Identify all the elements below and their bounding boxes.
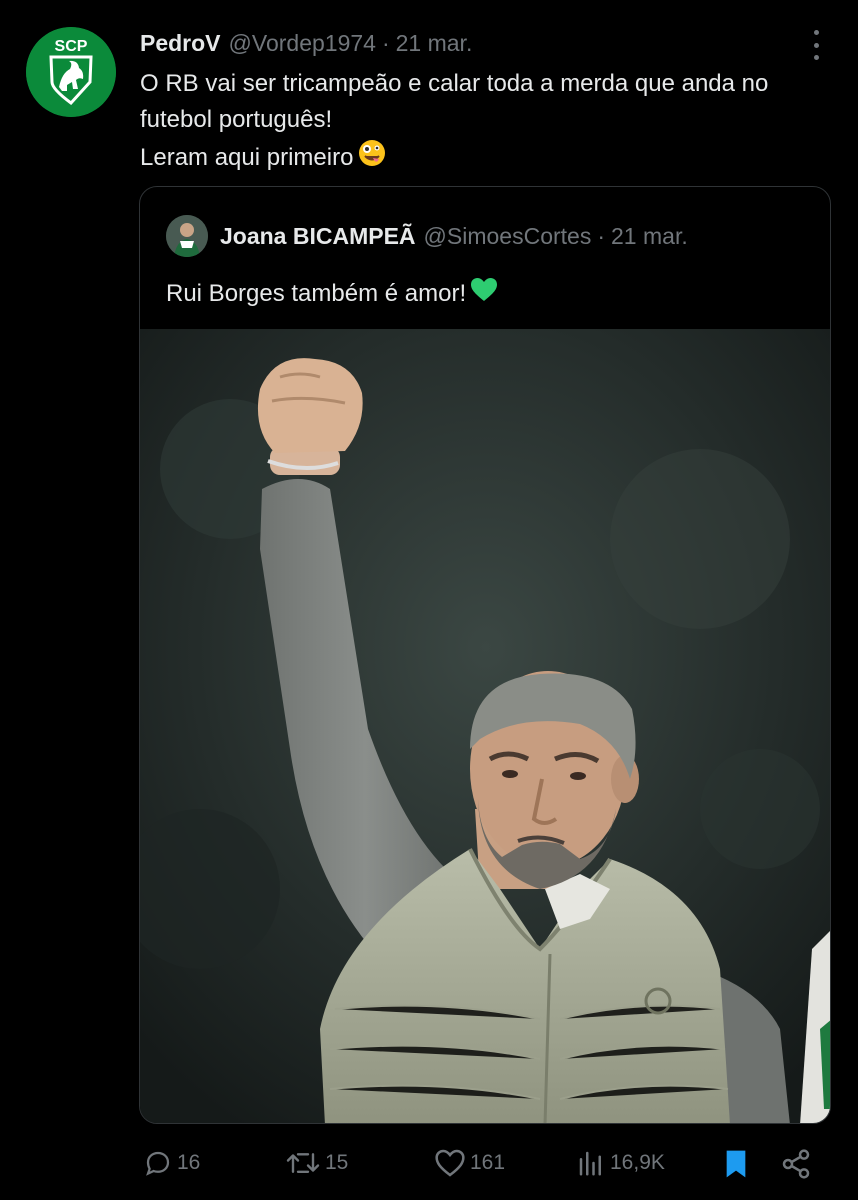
separator: · [381, 29, 390, 56]
retweet-icon [286, 1153, 320, 1173]
views-count: 16,9K [610, 1151, 665, 1174]
tweet: SCP PedroV @Vordep1974 · 21 mar. O RB va… [0, 0, 858, 1200]
photo-coach-raised-fist [140, 329, 830, 1123]
quoted-handle[interactable]: @SimoesCortes [424, 223, 592, 250]
separator: · [597, 222, 606, 249]
like-button[interactable]: 161 [434, 1148, 505, 1178]
views-icon [579, 1151, 601, 1176]
avatar-text: SCP [55, 38, 88, 55]
quoted-tweet-text: Rui Borges também é amor! [166, 277, 498, 310]
tweet-text-line-3: Leram aqui primeiro [140, 138, 840, 179]
handle[interactable]: @Vordep1974 [229, 30, 376, 57]
bookmark-button[interactable] [722, 1148, 750, 1180]
zany-face-emoji [357, 138, 387, 179]
quoted-tweet[interactable]: Joana BICAMPEÃ @SimoesCortes · 21 mar. R… [139, 186, 831, 1124]
retweet-button[interactable]: 15 [285, 1148, 348, 1178]
reply-icon [146, 1151, 170, 1176]
share-button[interactable] [780, 1148, 812, 1180]
quoted-tweet-header: Joana BICAMPEÃ @SimoesCortes · 21 mar. [166, 215, 688, 257]
action-bar: 16 15 161 16,9K [0, 1142, 858, 1192]
more-options-icon[interactable] [810, 30, 822, 60]
retweet-count: 15 [325, 1151, 349, 1174]
quoted-photo[interactable] [140, 329, 830, 1123]
tweet-header: PedroV @Vordep1974 · 21 mar. [140, 26, 472, 60]
quoted-text: Rui Borges também é amor! [166, 279, 467, 307]
bookmark-icon [726, 1150, 746, 1178]
heart-icon [435, 1149, 465, 1177]
tweet-text: O RB vai ser tricampeão e calar toda a m… [140, 66, 840, 179]
green-heart-emoji [470, 277, 498, 310]
quoted-timestamp[interactable]: 21 mar. [611, 223, 688, 250]
avatar[interactable]: SCP [26, 27, 116, 117]
reply-button[interactable]: 16 [143, 1148, 200, 1178]
quoted-avatar [166, 215, 208, 257]
reply-count: 16 [177, 1151, 201, 1174]
timestamp[interactable]: 21 mar. [396, 30, 473, 57]
tweet-text-line: futebol português! [140, 106, 333, 133]
tweet-text-line: O RB vai ser tricampeão e calar toda a m… [140, 70, 769, 97]
share-icon [782, 1149, 810, 1179]
sporting-crest-icon: SCP [26, 27, 116, 117]
views-button[interactable]: 16,9K [576, 1148, 665, 1178]
like-count: 161 [470, 1151, 506, 1174]
display-name[interactable]: PedroV [140, 30, 221, 57]
tweet-text-line: Leram aqui primeiro [140, 143, 354, 171]
quoted-display-name[interactable]: Joana BICAMPEÃ [220, 223, 416, 250]
